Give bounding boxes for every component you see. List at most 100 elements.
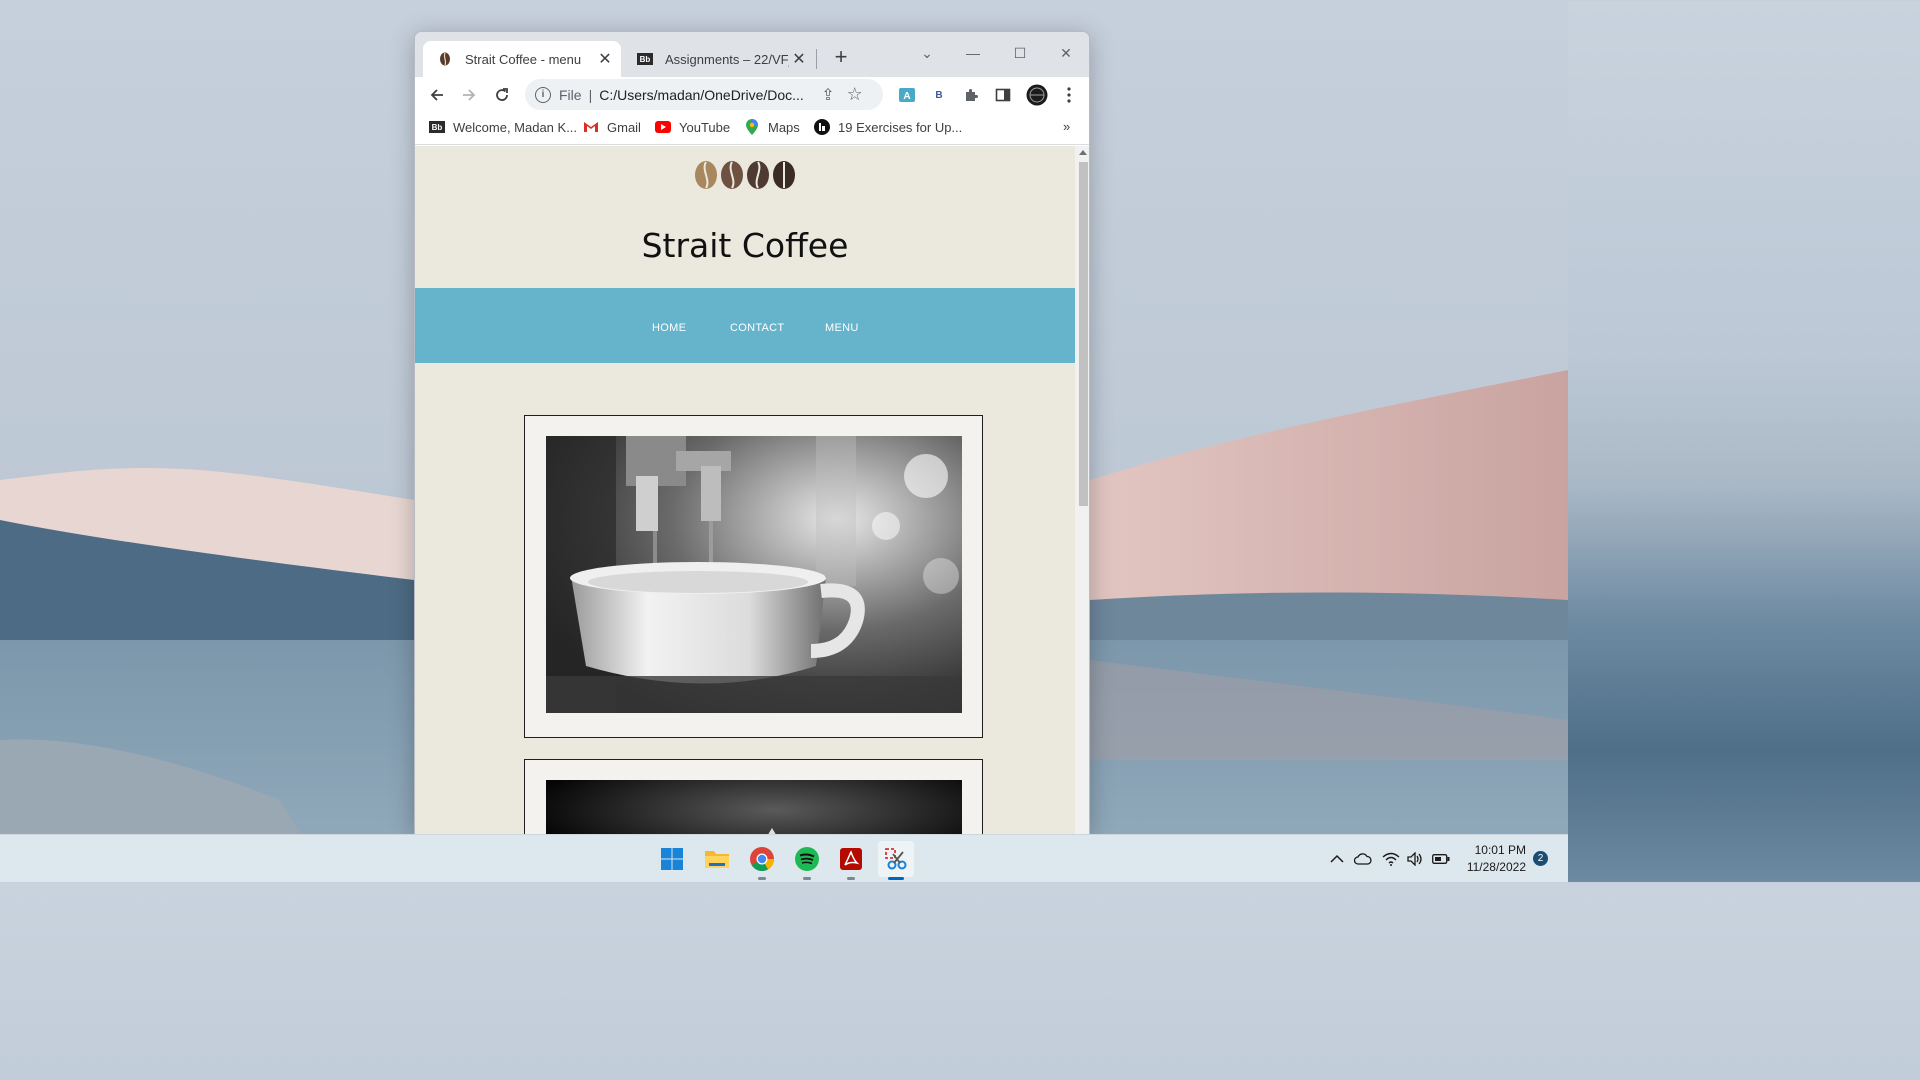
bookmark-maps[interactable]: Maps [744, 119, 800, 135]
avatar-icon [1026, 84, 1048, 106]
menu-card [524, 415, 983, 738]
chrome-menu-button[interactable] [1055, 81, 1083, 109]
chrome-taskbar-button[interactable] [744, 841, 780, 880]
arrow-right-icon [463, 89, 476, 101]
translate-extension-icon: A [899, 88, 915, 102]
url-scheme: File [559, 86, 582, 103]
side-panel-button[interactable] [989, 81, 1017, 109]
extension-b-button[interactable]: B [925, 81, 953, 109]
maximize-button[interactable]: ☐ [997, 38, 1043, 68]
reload-button[interactable] [488, 81, 516, 109]
bookmark-gmail[interactable]: Gmail [583, 119, 641, 135]
running-indicator [803, 877, 811, 880]
bookmarks-bar: Bb Welcome, Madan K... Gmail YouTube Map… [415, 113, 1089, 145]
blackboard-icon: Bb [429, 119, 445, 135]
speaker-icon [1407, 852, 1422, 866]
clock-time: 10:01 PM [1474, 843, 1526, 857]
bookmark-label: YouTube [679, 119, 731, 135]
close-window-button[interactable]: ✕ [1043, 38, 1089, 68]
tab-title: Strait Coffee - menu [465, 51, 582, 67]
snipping-tool-taskbar-button[interactable] [878, 841, 914, 880]
forward-button[interactable] [455, 81, 483, 109]
page-scrollbar[interactable] [1075, 146, 1089, 834]
snipping-tool-icon [885, 848, 907, 870]
wifi-icon [1382, 852, 1400, 866]
system-clock[interactable]: 10:01 PM 11/28/2022 [1462, 842, 1526, 876]
address-bar[interactable]: i File | C:/Users/madan/OneDrive/Doc... … [525, 79, 883, 110]
tab-close-button[interactable]: ✕ [595, 49, 615, 69]
chrome-icon [750, 847, 774, 872]
tab-assignments[interactable]: Bb Assignments – 22/VF_IN ✕ [623, 41, 815, 77]
side-panel-icon [995, 88, 1011, 102]
site-nav: HOME CONTACT MENU [415, 288, 1075, 363]
site-title: Strait Coffee [641, 226, 849, 265]
chevron-up-icon [1330, 854, 1344, 863]
coffee-photo [546, 780, 962, 834]
svg-text:Bb: Bb [432, 123, 443, 132]
scrollbar-thumb[interactable] [1079, 162, 1088, 506]
bookmark-label: 19 Exercises for Up... [838, 119, 963, 135]
start-icon [661, 848, 683, 870]
tab-strip: Strait Coffee - menu ✕ Bb Assignments – … [415, 32, 1089, 77]
start-button[interactable] [654, 841, 690, 877]
tab-search-button[interactable]: ⌄ [904, 38, 950, 68]
tab-strait-coffee[interactable]: Strait Coffee - menu ✕ [423, 41, 621, 77]
onedrive-tray-button[interactable] [1354, 835, 1372, 883]
file-explorer-button[interactable] [699, 841, 735, 877]
show-hidden-icons-button[interactable] [1330, 835, 1344, 883]
menu-card [524, 759, 983, 834]
site-info-icon[interactable]: i [535, 86, 551, 103]
volume-tray-button[interactable] [1406, 835, 1424, 883]
bookmark-welcome[interactable]: Bb Welcome, Madan K... [429, 119, 577, 135]
bookmarks-overflow-button[interactable]: » [1063, 119, 1070, 134]
battery-icon [1432, 854, 1450, 864]
notification-badge[interactable]: 2 [1533, 851, 1548, 866]
bookmark-star-icon[interactable]: ☆ [847, 84, 863, 105]
nav-menu-link[interactable]: MENU [825, 322, 859, 334]
spotify-taskbar-button[interactable] [789, 841, 825, 880]
taskbar: 10:01 PM 11/28/2022 2 [0, 834, 1568, 882]
file-explorer-icon [705, 851, 729, 868]
nav-home-link[interactable]: HOME [652, 322, 686, 334]
maps-icon [744, 119, 760, 135]
bookmark-label: Maps [768, 119, 800, 135]
wifi-tray-button[interactable] [1382, 835, 1400, 883]
new-tab-button[interactable]: + [829, 45, 853, 69]
bookmark-exercises[interactable]: 19 Exercises for Up... [814, 119, 962, 135]
back-button[interactable] [423, 81, 451, 109]
url-text[interactable]: C:/Users/madan/OneDrive/Doc... [599, 87, 811, 103]
browser-toolbar: i File | C:/Users/madan/OneDrive/Doc... … [415, 77, 1089, 113]
more-vert-icon [1067, 87, 1071, 103]
svg-text:A: A [903, 91, 910, 102]
tab-close-button[interactable]: ✕ [789, 49, 809, 69]
gmail-icon [583, 119, 599, 135]
browser-window: Strait Coffee - menu ✕ Bb Assignments – … [414, 31, 1090, 834]
espresso-photo [546, 436, 962, 713]
minimize-button[interactable]: — [950, 38, 996, 68]
spotify-icon [795, 847, 819, 871]
nav-contact-link[interactable]: CONTACT [730, 322, 784, 334]
acrobat-taskbar-button[interactable] [833, 841, 869, 880]
running-indicator [758, 877, 766, 880]
clock-date: 11/28/2022 [1466, 860, 1526, 874]
arrow-left-icon [430, 89, 443, 101]
bookmark-youtube[interactable]: YouTube [655, 119, 730, 135]
profile-avatar[interactable] [1023, 81, 1051, 109]
bookmark-label: Welcome, Madan K... [453, 119, 578, 135]
cloud-icon [1354, 853, 1372, 865]
page-viewport: Strait Coffee HOME CONTACT MENU [415, 146, 1075, 834]
tab-title: Assignments – 22/VF_IN [665, 51, 789, 67]
blackboard-icon: Bb [637, 51, 653, 67]
running-indicator [847, 877, 855, 880]
reload-icon [496, 88, 508, 101]
running-indicator [888, 877, 904, 880]
extension-translate-button[interactable]: A [893, 81, 921, 109]
battery-tray-button[interactable] [1432, 835, 1450, 883]
youtube-icon [655, 119, 671, 135]
acrobat-icon [840, 848, 862, 870]
scroll-up-arrow-icon[interactable] [1079, 150, 1087, 155]
share-icon[interactable]: ⇪ [821, 85, 834, 105]
tab-separator [816, 49, 817, 69]
extensions-button[interactable] [957, 81, 985, 109]
svg-text:Bb: Bb [640, 55, 651, 64]
